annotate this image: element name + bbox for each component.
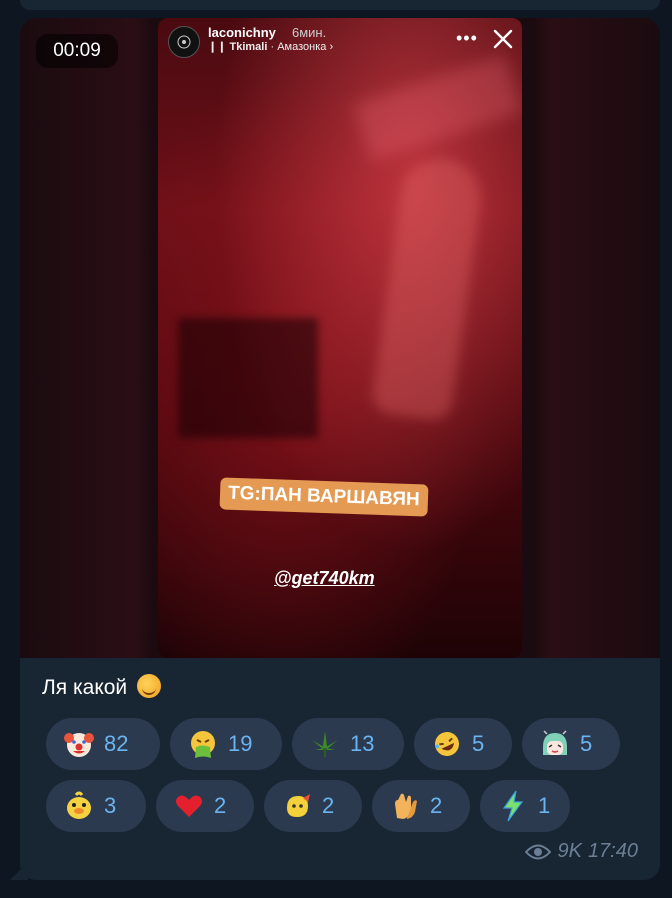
reaction-blob[interactable]: 2 [264, 780, 362, 832]
reaction-count: 2 [322, 793, 335, 818]
video-media[interactable]: laconichny 6мин. ❙❙ Tkimali · Амазонка ›… [20, 18, 660, 658]
reaction-count: 3 [104, 793, 117, 818]
bubble-tail [10, 862, 28, 880]
story-mention: @get740km [274, 568, 375, 588]
previous-message-edge [20, 0, 660, 10]
reaction-cannabis[interactable]: 13 [292, 718, 404, 770]
music-track: Амазонка [277, 41, 327, 53]
more-options-icon: ••• [456, 28, 478, 48]
rolling-laughing-face-icon [430, 727, 464, 761]
story-avatar [168, 26, 200, 58]
clown-face-icon [62, 727, 96, 761]
video-duration-badge: 00:09 [36, 34, 118, 68]
reaction-clap[interactable]: 2 [372, 780, 470, 832]
reaction-count: 13 [350, 731, 375, 756]
anime-girl-sticker-icon [538, 727, 572, 761]
close-icon [493, 29, 513, 49]
reaction-vomiting[interactable]: 19 [170, 718, 282, 770]
reaction-count: 82 [104, 731, 129, 756]
story-text-sticker: TG:ПАН ВАРШАВЯН [219, 477, 429, 517]
vomiting-face-icon [186, 727, 220, 761]
eye-icon [525, 844, 552, 859]
message-time: 17:40 [587, 840, 638, 862]
story-time-ago: 6мин. [292, 25, 327, 40]
reaction-count: 2 [214, 793, 227, 818]
reaction-count: 2 [430, 793, 443, 818]
story-username: laconichny [208, 25, 276, 40]
message-text: Ля какой [42, 674, 161, 700]
views-count: 9K [557, 840, 582, 862]
reaction-count: 5 [472, 731, 485, 756]
lightning-icon [496, 789, 530, 823]
reaction-duck[interactable]: 3 [46, 780, 146, 832]
music-artist: Tkimali [229, 41, 268, 53]
reaction-clown[interactable]: 82 [46, 718, 160, 770]
reaction-lightning[interactable]: 1 [480, 780, 570, 832]
instagram-story-frame: laconichny 6мин. ❙❙ Tkimali · Амазонка ›… [158, 18, 522, 658]
chevron-right-icon: › [329, 41, 334, 53]
reaction-count: 1 [538, 793, 551, 818]
red-heart-icon [172, 789, 206, 823]
music-separator: · [270, 41, 275, 53]
message-caption: Ля какой [42, 676, 128, 699]
drooling-face-icon [137, 674, 161, 698]
clapping-hands-icon [388, 789, 422, 823]
music-bars-icon: ❙❙ [208, 41, 227, 53]
reaction-rofl[interactable]: 5 [414, 718, 512, 770]
duck-sticker-icon [62, 789, 96, 823]
reaction-count: 5 [580, 731, 593, 756]
cannabis-leaf-icon [308, 727, 342, 761]
story-music-label: ❙❙ Tkimali · Амазонка › [208, 40, 333, 53]
avatar-logo-icon [177, 35, 191, 49]
channel-message-bubble: laconichny 6мин. ❙❙ Tkimali · Амазонка ›… [20, 18, 660, 880]
message-meta: 9K 17:40 [525, 840, 638, 863]
yellow-blob-sticker-icon [280, 789, 314, 823]
reaction-count: 19 [228, 731, 253, 756]
reaction-heart[interactable]: 2 [156, 780, 254, 832]
reaction-anime-girl[interactable]: 5 [522, 718, 620, 770]
